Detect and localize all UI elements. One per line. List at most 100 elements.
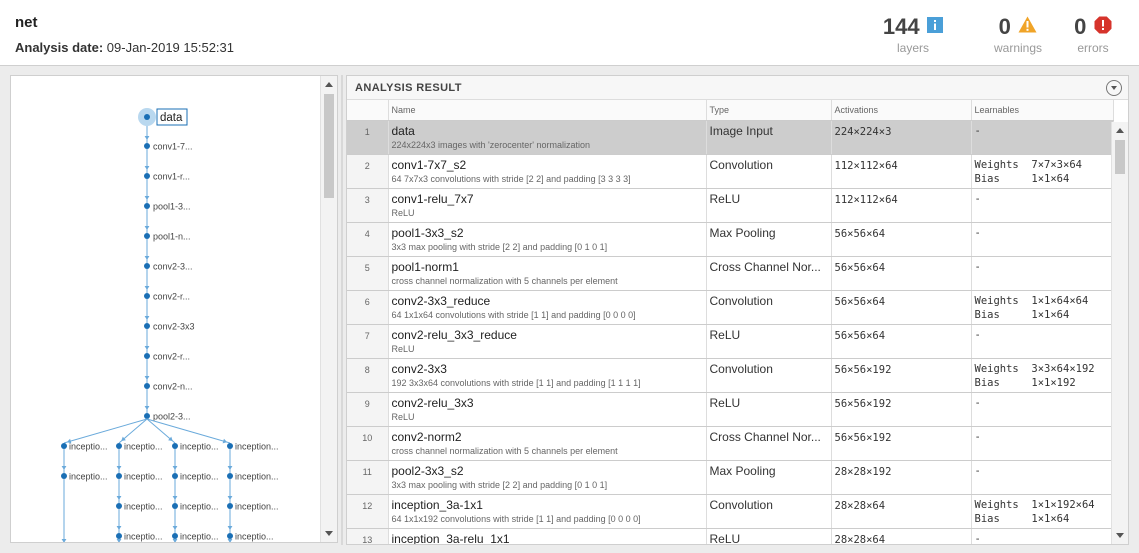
table-row[interactable]: 13inception_3a-relu_1x1ReLUReLU 28×28×64 - (347, 528, 1114, 544)
graph-node-label[interactable]: pool2-3... (153, 412, 191, 422)
column-header-activations[interactable]: Activations (831, 100, 972, 121)
scroll-up-icon[interactable] (1116, 128, 1124, 133)
scroll-down-icon[interactable] (1116, 533, 1124, 538)
graph-node-label[interactable]: inceptio... (69, 472, 108, 482)
graph-node-label[interactable]: conv2-r... (153, 292, 190, 302)
graph-node-label[interactable]: conv1-r... (153, 172, 190, 182)
table-row[interactable]: 5 pool1-norm1 cross channel normalization … (347, 256, 1114, 291)
graph-node[interactable] (227, 533, 233, 539)
row-index: 5 (347, 256, 389, 291)
graph-node[interactable] (144, 114, 150, 120)
column-header-type[interactable]: Type (706, 100, 832, 121)
layer-type: ReLU (709, 191, 741, 206)
graph-node[interactable] (172, 443, 178, 449)
graph-node[interactable] (116, 473, 122, 479)
graph-node[interactable] (172, 533, 178, 539)
collapse-chevron-icon[interactable] (1106, 80, 1122, 96)
graph-node[interactable] (61, 473, 67, 479)
column-header-name[interactable]: Name (388, 100, 707, 121)
graph-node-label[interactable]: inceptio... (180, 442, 219, 452)
table-scrollbar[interactable] (1111, 122, 1128, 544)
layer-description: 3x3 max pooling with stride [2 2] and pa… (391, 479, 608, 490)
scroll-up-icon[interactable] (325, 82, 333, 87)
graph-node[interactable] (144, 233, 150, 239)
graph-scroll-thumb[interactable] (324, 94, 334, 198)
layer-name-cell: conv1-7x7_s2 64 7x7x3 convolutions with s… (388, 154, 707, 189)
panel-splitter[interactable] (341, 75, 343, 545)
graph-node[interactable] (144, 353, 150, 359)
graph-node[interactable] (144, 173, 150, 179)
graph-edge-arrow (172, 526, 178, 530)
graph-node[interactable] (116, 443, 122, 449)
table-row[interactable]: 10 conv2-norm2 cross channel normalization… (347, 426, 1114, 461)
graph-node[interactable] (227, 443, 233, 449)
activations-cell: 56×56×192 (831, 392, 972, 427)
graph-node[interactable] (144, 143, 150, 149)
scroll-down-icon[interactable] (325, 531, 333, 536)
layer-type: Convolution (709, 293, 773, 308)
graph-edge-arrow (144, 346, 150, 350)
layer-name-cell: pool1-norm1 cross channel normalization w… (388, 256, 707, 291)
graph-node[interactable] (116, 503, 122, 509)
graph-node-label[interactable]: conv2-3... (153, 262, 193, 272)
graph-node-label[interactable]: inceptio... (69, 442, 108, 452)
graph-node-label[interactable]: pool1-3... (153, 202, 191, 212)
table-row[interactable]: 11 pool2-3x3_s2 3x3 max pooling with strid… (347, 460, 1114, 495)
graph-edge-arrow (116, 466, 122, 470)
table-scroll-thumb[interactable] (1115, 140, 1125, 174)
graph-node-label[interactable]: inception... (235, 442, 279, 452)
graph-node[interactable] (144, 413, 150, 419)
graph-node[interactable] (172, 503, 178, 509)
layer-name: conv2-3x3_reduce (391, 293, 491, 308)
layer-description: 64 7x7x3 convolutions with stride [2 2] … (391, 173, 631, 184)
table-row[interactable]: 6 conv2-3x3_reduce 64 1x1x64 convolutions … (347, 290, 1114, 325)
graph-node-label[interactable]: inceptio... (180, 532, 219, 542)
graph-node-label[interactable]: inceptio... (235, 532, 274, 542)
graph-node[interactable] (144, 203, 150, 209)
layer-graph[interactable]: data conv1-7... conv1-r... pool1-3... pool1-… (11, 76, 321, 543)
column-header-index[interactable] (347, 100, 389, 121)
graph-node[interactable] (144, 383, 150, 389)
table-row[interactable]: 2 conv1-7x7_s2 64 7x7x3 convolutions with … (347, 154, 1114, 189)
graph-node[interactable] (227, 503, 233, 509)
graph-node-label[interactable]: inceptio... (124, 472, 163, 482)
network-graph-panel[interactable]: data conv1-7... conv1-r... pool1-3... pool1-… (10, 75, 338, 543)
graph-node-label[interactable]: conv2-n... (153, 382, 193, 392)
layer-name: conv2-relu_3x3_reduce (391, 327, 517, 342)
graph-node-label[interactable]: conv2-3x3 (153, 322, 195, 332)
network-name: net (15, 14, 38, 31)
graph-node-label[interactable]: inceptio... (124, 502, 163, 512)
graph-node-label[interactable]: inceptio... (180, 472, 219, 482)
graph-node-label[interactable]: inceptio... (180, 502, 219, 512)
table-row[interactable]: 8 conv2-3x3 192 3x3x64 convolutions with s… (347, 358, 1114, 393)
graph-node[interactable] (227, 473, 233, 479)
graph-node-label[interactable]: inception... (235, 502, 279, 512)
table-row[interactable]: 7 conv2-relu_3x3_reduce ReLU ReLU 56×56×64- (347, 324, 1114, 359)
graph-node[interactable] (144, 293, 150, 299)
error-icon (1094, 16, 1112, 39)
graph-node-label[interactable]: data (160, 112, 183, 124)
graph-scrollbar[interactable] (320, 76, 337, 542)
layer-type: Image Input (709, 123, 773, 138)
graph-node[interactable] (116, 533, 122, 539)
layer-description: 192 3x3x64 convolutions with stride [1 1… (391, 377, 641, 388)
layer-name: conv2-3x3 (391, 361, 447, 376)
graph-node[interactable] (172, 473, 178, 479)
layer-type: ReLU (709, 327, 741, 342)
table-row[interactable]: 9 conv2-relu_3x3 ReLU ReLU 56×56×192- (347, 392, 1114, 427)
warning-icon (1018, 16, 1037, 38)
graph-node-label[interactable]: inception... (235, 472, 279, 482)
graph-node[interactable] (144, 263, 150, 269)
graph-node-label[interactable]: inceptio... (124, 442, 163, 452)
column-header-learnables[interactable]: Learnables (971, 100, 1114, 121)
graph-node[interactable] (144, 323, 150, 329)
graph-node-label[interactable]: pool1-n... (153, 232, 191, 242)
graph-node-label[interactable]: conv1-7... (153, 142, 193, 152)
table-row[interactable]: 1 data 224x224x3 images with 'zerocenter' … (347, 120, 1114, 155)
graph-node-label[interactable]: conv2-r... (153, 352, 190, 362)
table-row[interactable]: 3 conv1-relu_7x7 ReLU ReLU 112×112×64- (347, 188, 1114, 223)
table-row[interactable]: 4 pool1-3x3_s2 3x3 max pooling with stride… (347, 222, 1114, 257)
graph-node-label[interactable]: inceptio... (124, 532, 163, 542)
table-row[interactable]: 12 inception_3a-1x1 64 1x1x192 convolution… (347, 494, 1114, 529)
graph-node[interactable] (61, 443, 67, 449)
